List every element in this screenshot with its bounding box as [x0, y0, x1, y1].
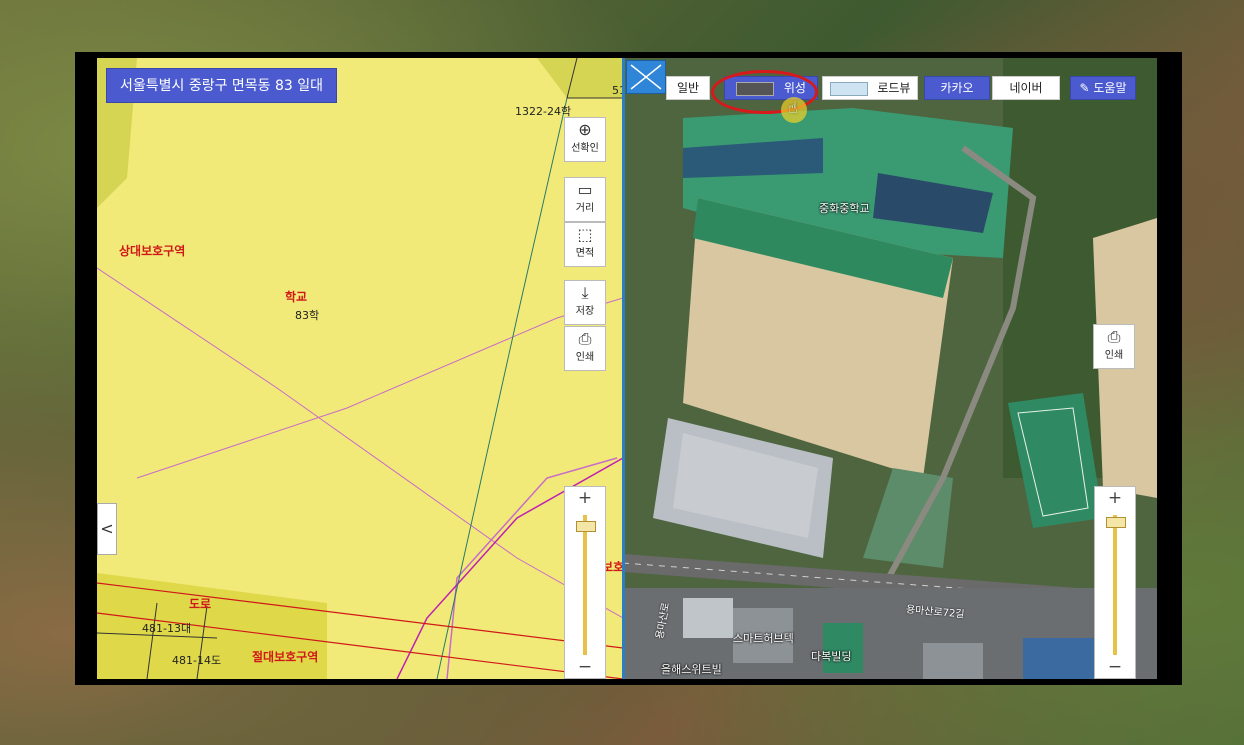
tab-kakao[interactable]: 카카오: [924, 76, 990, 100]
zoom-in-button[interactable]: +: [1095, 487, 1135, 509]
zoom-control-right[interactable]: + −: [1094, 486, 1136, 679]
area-icon: ⬚: [577, 225, 593, 244]
satellite-map[interactable]: 중화중학교 용마산로72길 용마산로 스마트허브텍 다복빌딩 을해스위트빌: [623, 58, 1157, 679]
save-button[interactable]: ⤓ 저장: [564, 280, 606, 325]
building-label-smart: 스마트허브텍: [733, 632, 794, 645]
ruler-icon: ▭: [577, 180, 593, 199]
zoom-out-button[interactable]: −: [1095, 656, 1135, 678]
satellite-imagery: [623, 58, 1157, 679]
pencil-icon: ✎: [1079, 81, 1090, 95]
area-label: 면적: [575, 248, 595, 259]
close-compare-button[interactable]: [626, 60, 666, 94]
tab-roadview-label: 로드뷰: [877, 81, 911, 95]
print-button-right[interactable]: ⎙ 인쇄: [1093, 324, 1135, 369]
school-label: 학교: [285, 290, 308, 304]
check-button[interactable]: ⊕ 선확인: [564, 117, 606, 162]
area-button[interactable]: ⬚ 면적: [564, 222, 606, 267]
close-icon: [630, 64, 662, 90]
tab-naver[interactable]: 네이버: [992, 76, 1060, 100]
tab-normal-label: 일반: [676, 81, 700, 95]
tab-normal[interactable]: 일반: [666, 76, 710, 100]
hand-cursor-icon: ☝: [788, 98, 798, 117]
parcel-label: 481-13대: [142, 622, 192, 635]
help-button[interactable]: ✎ 도움말: [1070, 76, 1136, 100]
download-icon: ⤓: [581, 283, 589, 302]
print-label: 인쇄: [1104, 350, 1124, 361]
parcel-label: 1322-24학: [515, 105, 572, 118]
zone-label-absolute: 절대보호구역: [252, 650, 319, 664]
parcel-label: 481-14도: [172, 654, 222, 667]
school-map-label: 중화중학교: [819, 202, 870, 215]
save-label: 저장: [575, 306, 595, 317]
roadview-thumb-icon: [829, 81, 868, 96]
road-label: 도로: [189, 597, 212, 611]
building-label-eulhae: 을해스위트빌: [661, 663, 722, 676]
distance-button[interactable]: ▭ 거리: [564, 177, 606, 222]
printer-icon: ⎙: [578, 329, 592, 348]
help-label: 도움말: [1093, 81, 1127, 95]
zoom-slider-track[interactable]: [583, 515, 587, 655]
map-divider[interactable]: [622, 58, 625, 679]
print-button[interactable]: ⎙ 인쇄: [564, 326, 606, 371]
parcel-label: 83학: [295, 309, 320, 322]
distance-label: 거리: [575, 203, 595, 214]
check-label: 선확인: [571, 143, 599, 154]
zoom-control-left[interactable]: + −: [564, 486, 606, 679]
building-label-dabok: 다복빌딩: [811, 650, 852, 663]
cadastral-lines: [97, 58, 623, 679]
zoom-slider-handle[interactable]: [1106, 517, 1126, 528]
print-label: 인쇄: [575, 352, 595, 363]
tab-naver-label: 네이버: [1009, 81, 1043, 95]
tab-roadview[interactable]: 로드뷰: [822, 76, 918, 100]
zone-label-relative: 상대보호구역: [119, 244, 186, 258]
address-label: 서울특별시 중랑구 면목동 83 일대: [106, 68, 337, 103]
printer-icon: ⎙: [1107, 327, 1121, 346]
zoom-in-button[interactable]: +: [565, 487, 605, 509]
zoom-slider-track[interactable]: [1113, 515, 1117, 655]
collapse-panel-button[interactable]: <: [97, 503, 117, 555]
zoom-in-icon: ⊕: [578, 120, 592, 139]
zoom-slider-handle[interactable]: [576, 521, 596, 532]
zoom-out-button[interactable]: −: [565, 656, 605, 678]
cadastral-map[interactable]: 511- 1322-24학 상대보호구역 학교 83학 도로 481-13대 4…: [97, 58, 623, 679]
tab-kakao-label: 카카오: [940, 81, 974, 95]
